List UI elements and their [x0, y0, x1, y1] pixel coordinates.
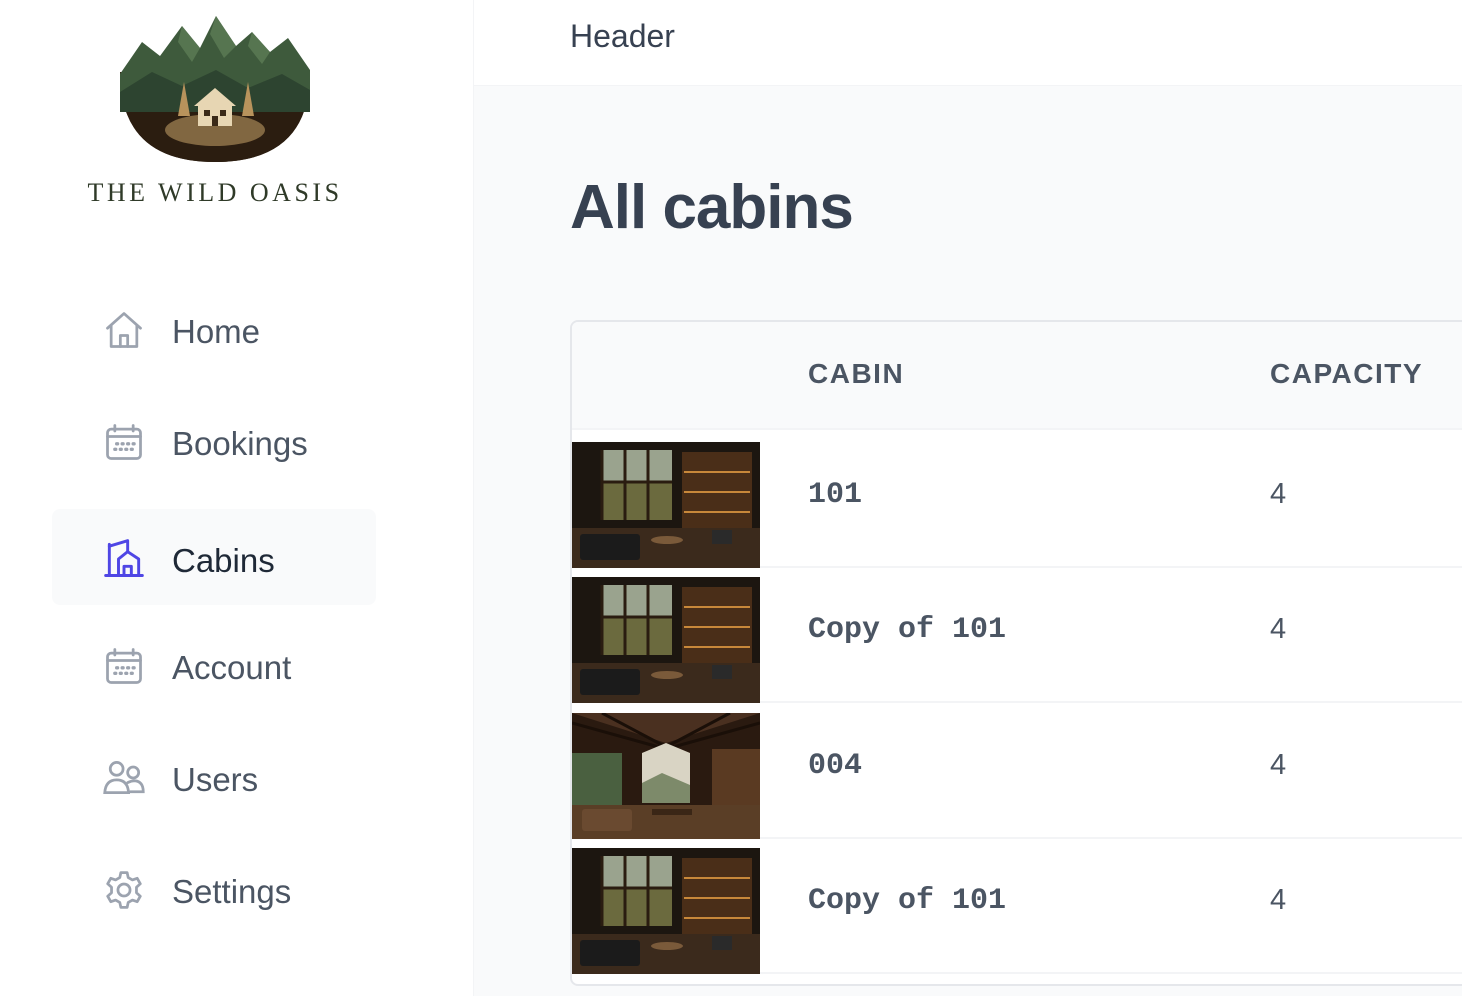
sidebar-item-home[interactable]: Home: [52, 280, 376, 376]
header-title: Header: [570, 18, 675, 54]
logo[interactable]: [112, 12, 318, 162]
cabin-capacity: 4: [1270, 749, 1287, 781]
sidebar-item-settings[interactable]: Settings: [52, 840, 376, 936]
column-header-cabin: CABIN: [808, 358, 905, 389]
table-row[interactable]: 101 4: [572, 432, 1462, 568]
cabin-thumbnail: [572, 577, 760, 703]
sidebar-item-label: Bookings: [172, 425, 308, 462]
app-header: Header: [474, 0, 1462, 86]
cabin-name: 101: [808, 478, 863, 512]
users-icon: [102, 756, 146, 800]
cabin-thumbnail: [572, 848, 760, 974]
sidebar-item-label: Account: [172, 649, 292, 686]
calendar-icon: [102, 644, 146, 688]
cabin-name: Copy of 101: [808, 613, 1007, 647]
cabin-icon: [102, 537, 146, 581]
cabin-thumbnail: [572, 442, 760, 568]
sidebar-item-account[interactable]: Account: [52, 616, 376, 712]
cabin-capacity: 4: [1270, 613, 1287, 645]
sidebar-item-cabins[interactable]: Cabins: [52, 509, 376, 605]
sidebar-item-bookings[interactable]: Bookings: [52, 392, 376, 488]
cabin-name: 004: [808, 749, 863, 783]
calendar-icon: [102, 420, 146, 464]
sidebar-item-label: Settings: [172, 873, 292, 910]
table-header: CABIN CAPACITY: [572, 322, 1462, 430]
cabin-capacity: 4: [1270, 884, 1287, 916]
table-row[interactable]: 004 4: [572, 703, 1462, 839]
gear-icon: [102, 868, 146, 912]
sidebar-item-label: Cabins: [172, 542, 275, 579]
sidebar-item-label: Home: [172, 313, 261, 350]
cabin-capacity: 4: [1270, 478, 1287, 510]
home-icon: [102, 308, 146, 352]
sidebar-item-label: Users: [172, 761, 259, 798]
cabin-name: Copy of 101: [808, 884, 1007, 918]
column-header-capacity: CAPACITY: [1270, 358, 1424, 389]
sidebar: THE WILD OASIS Home Bookings Cabins Acco…: [0, 0, 474, 996]
table-row[interactable]: Copy of 101 4: [572, 838, 1462, 974]
cabins-table: CABIN CAPACITY 101 4 Copy of 101 4 004 4…: [570, 320, 1462, 986]
cabin-thumbnail: [572, 713, 760, 839]
page-title: All cabins: [570, 173, 854, 242]
sidebar-item-users[interactable]: Users: [52, 728, 376, 824]
table-row[interactable]: Copy of 101 4: [572, 567, 1462, 703]
brand-name: THE WILD OASIS: [87, 178, 343, 207]
